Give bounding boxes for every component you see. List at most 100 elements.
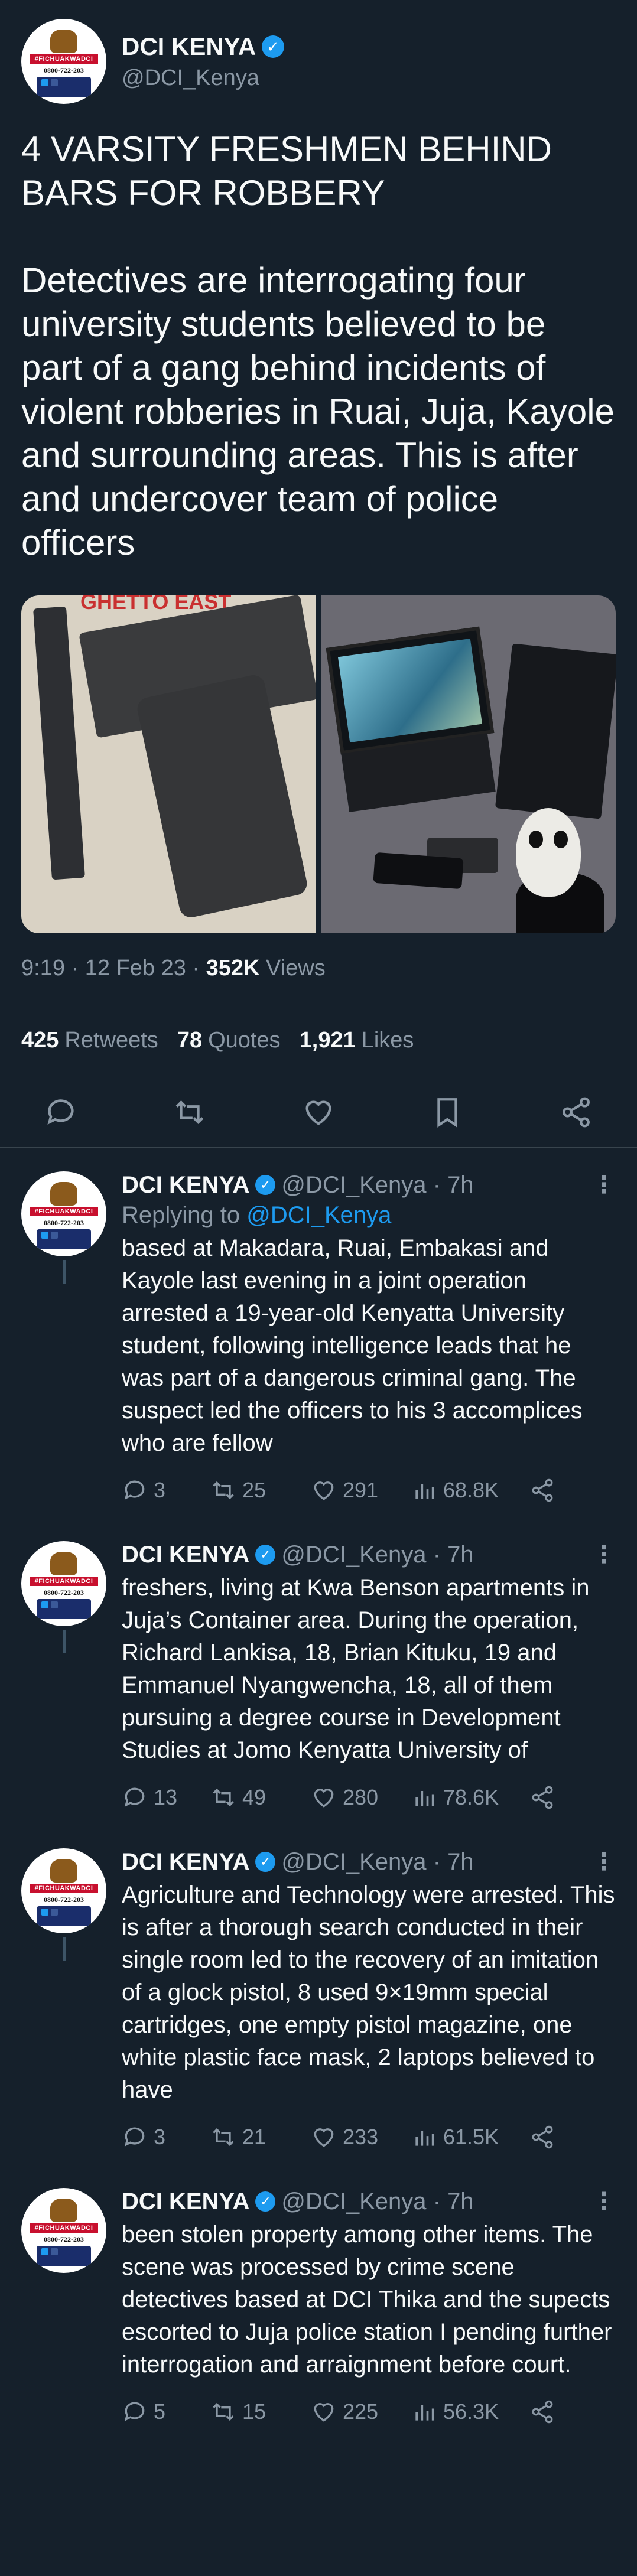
reply-handle-time[interactable]: @DCI_Kenya · 7h <box>281 2189 473 2215</box>
avatar-phone: 0800-722-203 <box>44 1219 84 1227</box>
reply-actions: 3 25 291 68.8K <box>122 1477 616 1503</box>
likes-stat[interactable]: 1,921 Likes <box>300 1028 414 1053</box>
more-icon[interactable]: ⋮ <box>592 1171 616 1199</box>
view-count: 56.3K <box>443 2399 499 2424</box>
coat-of-arms-icon <box>50 30 77 53</box>
likes-label: Likes <box>361 1028 414 1053</box>
avatar-social-strip <box>37 1599 91 1619</box>
reply-icon <box>124 2127 145 2147</box>
more-icon[interactable]: ⋮ <box>592 1541 616 1568</box>
more-icon[interactable]: ⋮ <box>592 2188 616 2215</box>
thread-line <box>63 1937 66 1961</box>
reply-button[interactable]: 13 <box>122 1784 210 1810</box>
views-button[interactable]: 78.6K <box>411 1784 529 1810</box>
reply-tweet[interactable]: #FICHUAKWADCI 0800-722-203 DCI KENYA ✓ @… <box>21 1825 616 2164</box>
views-button[interactable]: 68.8K <box>411 1477 529 1503</box>
tweet-header: #FICHUAKWADCI 0800-722-203 DCI KENYA ✓ @… <box>21 0 616 104</box>
replying-mention[interactable]: @DCI_Kenya <box>246 1202 391 1228</box>
reply-text: based at Makadara, Ruai, Embakasi and Ka… <box>122 1235 583 1456</box>
reply-author-name[interactable]: DCI KENYA <box>122 1172 249 1199</box>
photo-pistol[interactable]: GHETTO EAST <box>21 595 316 933</box>
like-icon <box>314 2403 334 2422</box>
views-count: 352K <box>206 956 260 981</box>
avatar[interactable]: #FICHUAKWADCI 0800-722-203 <box>21 1541 106 1626</box>
tweet-text: 4 VARSITY FRESHMEN BEHIND BARS FOR ROBBE… <box>21 129 615 562</box>
avatar-phone: 0800-722-203 <box>44 1588 84 1597</box>
reply-author-name[interactable]: DCI KENYA <box>122 1849 249 1875</box>
avatar-social-strip <box>37 2246 91 2266</box>
retweet-button[interactable]: 25 <box>210 1477 311 1503</box>
avatar[interactable]: #FICHUAKWADCI 0800-722-203 <box>21 1848 106 1933</box>
like-button[interactable]: 291 <box>311 1477 411 1503</box>
reply-header: DCI KENYA ✓ @DCI_Kenya · 7h ⋮ <box>122 1848 616 1875</box>
reply-count: 3 <box>154 1478 166 1502</box>
retweet-button[interactable]: 21 <box>210 2124 311 2150</box>
photo-recovered-items[interactable] <box>321 595 616 933</box>
views-button[interactable]: 56.3K <box>411 2399 529 2425</box>
reply-handle-time[interactable]: @DCI_Kenya · 7h <box>281 1849 473 1875</box>
reply-icon[interactable] <box>44 1095 78 1129</box>
share-button[interactable] <box>529 2399 555 2425</box>
share-button[interactable] <box>529 1477 555 1503</box>
reply-body: DCI KENYA ✓ @DCI_Kenya · 7h ⋮ Agricultur… <box>122 1848 616 2150</box>
avatar[interactable]: #FICHUAKWADCI 0800-722-203 <box>21 19 106 104</box>
reply-icon <box>124 1480 145 1500</box>
tweet-meta: 9:19 · 12 Feb 23 · 352K Views <box>21 956 616 981</box>
bookmark-icon[interactable] <box>430 1095 464 1129</box>
view-count: 78.6K <box>443 1785 499 1809</box>
reply-handle-time[interactable]: @DCI_Kenya · 7h <box>281 1542 473 1568</box>
verified-badge-icon: ✓ <box>255 1852 276 1872</box>
retweet-button[interactable]: 49 <box>210 1784 311 1810</box>
reply-list: #FICHUAKWADCI 0800-722-203 DCI KENYA ✓ @… <box>21 1148 616 2439</box>
avatar[interactable]: #FICHUAKWADCI 0800-722-203 <box>21 2188 106 2273</box>
retweet-count: 15 <box>242 2399 266 2424</box>
reply-text: been stolen property among other items. … <box>122 2222 612 2378</box>
retweets-stat[interactable]: 425 Retweets <box>21 1028 158 1053</box>
views-icon <box>415 1791 434 1806</box>
share-icon[interactable] <box>559 1095 593 1129</box>
reply-avatar-column: #FICHUAKWADCI 0800-722-203 <box>21 1541 106 1653</box>
reply-button[interactable]: 3 <box>122 1477 210 1503</box>
coat-of-arms-icon <box>50 1859 77 1883</box>
avatar-tag: #FICHUAKWADCI <box>30 1884 98 1893</box>
quotes-stat[interactable]: 78 Quotes <box>177 1028 281 1053</box>
reply-handle-time[interactable]: @DCI_Kenya · 7h <box>281 1172 473 1199</box>
reply-button[interactable]: 5 <box>122 2399 210 2425</box>
share-button[interactable] <box>529 1784 555 1810</box>
like-button[interactable]: 280 <box>311 1784 411 1810</box>
share-button[interactable] <box>529 2124 555 2150</box>
reply-tweet[interactable]: #FICHUAKWADCI 0800-722-203 DCI KENYA ✓ @… <box>21 1148 616 1517</box>
reply-button[interactable]: 3 <box>122 2124 210 2150</box>
reply-author-name[interactable]: DCI KENYA <box>122 2189 249 2215</box>
share-icon <box>532 2400 553 2424</box>
reply-avatar-column: #FICHUAKWADCI 0800-722-203 <box>21 1171 106 1284</box>
tweet-timestamp[interactable]: 9:19 · 12 Feb 23 · <box>21 956 206 981</box>
tweet-media[interactable]: GHETTO EAST <box>21 595 616 933</box>
like-button[interactable]: 225 <box>311 2399 411 2425</box>
tweet-stats: 425 Retweets 78 Quotes 1,921 Likes <box>21 1004 616 1077</box>
verified-badge-icon: ✓ <box>255 1545 276 1565</box>
likes-count: 1,921 <box>299 1028 356 1053</box>
author-handle[interactable]: @DCI_Kenya <box>122 66 284 91</box>
tweet-detail: #FICHUAKWADCI 0800-722-203 DCI KENYA ✓ @… <box>0 0 637 2439</box>
reply-actions: 3 21 233 61.5K <box>122 2124 616 2150</box>
thread-line <box>63 1260 66 1284</box>
verified-badge-icon: ✓ <box>262 35 285 58</box>
author-name[interactable]: DCI KENYA <box>122 32 256 61</box>
like-icon[interactable] <box>301 1095 336 1129</box>
reply-tweet[interactable]: #FICHUAKWADCI 0800-722-203 DCI KENYA ✓ @… <box>21 2164 616 2439</box>
avatar[interactable]: #FICHUAKWADCI 0800-722-203 <box>21 1171 106 1256</box>
like-button[interactable]: 233 <box>311 2124 411 2150</box>
reply-author-name[interactable]: DCI KENYA <box>122 1542 249 1568</box>
more-icon[interactable]: ⋮ <box>592 1848 616 1875</box>
retweet-button[interactable]: 15 <box>210 2399 311 2425</box>
views-button[interactable]: 61.5K <box>411 2124 529 2150</box>
like-count: 280 <box>343 1785 379 1809</box>
coat-of-arms-icon <box>50 1182 77 1206</box>
like-count: 233 <box>343 2125 379 2149</box>
avatar-social-strip <box>37 1906 91 1926</box>
reply-tweet[interactable]: #FICHUAKWADCI 0800-722-203 DCI KENYA ✓ @… <box>21 1517 616 1825</box>
retweet-icon[interactable] <box>173 1095 207 1129</box>
retweet-count: 49 <box>242 1785 266 1809</box>
reply-header: DCI KENYA ✓ @DCI_Kenya · 7h ⋮ <box>122 1171 616 1199</box>
